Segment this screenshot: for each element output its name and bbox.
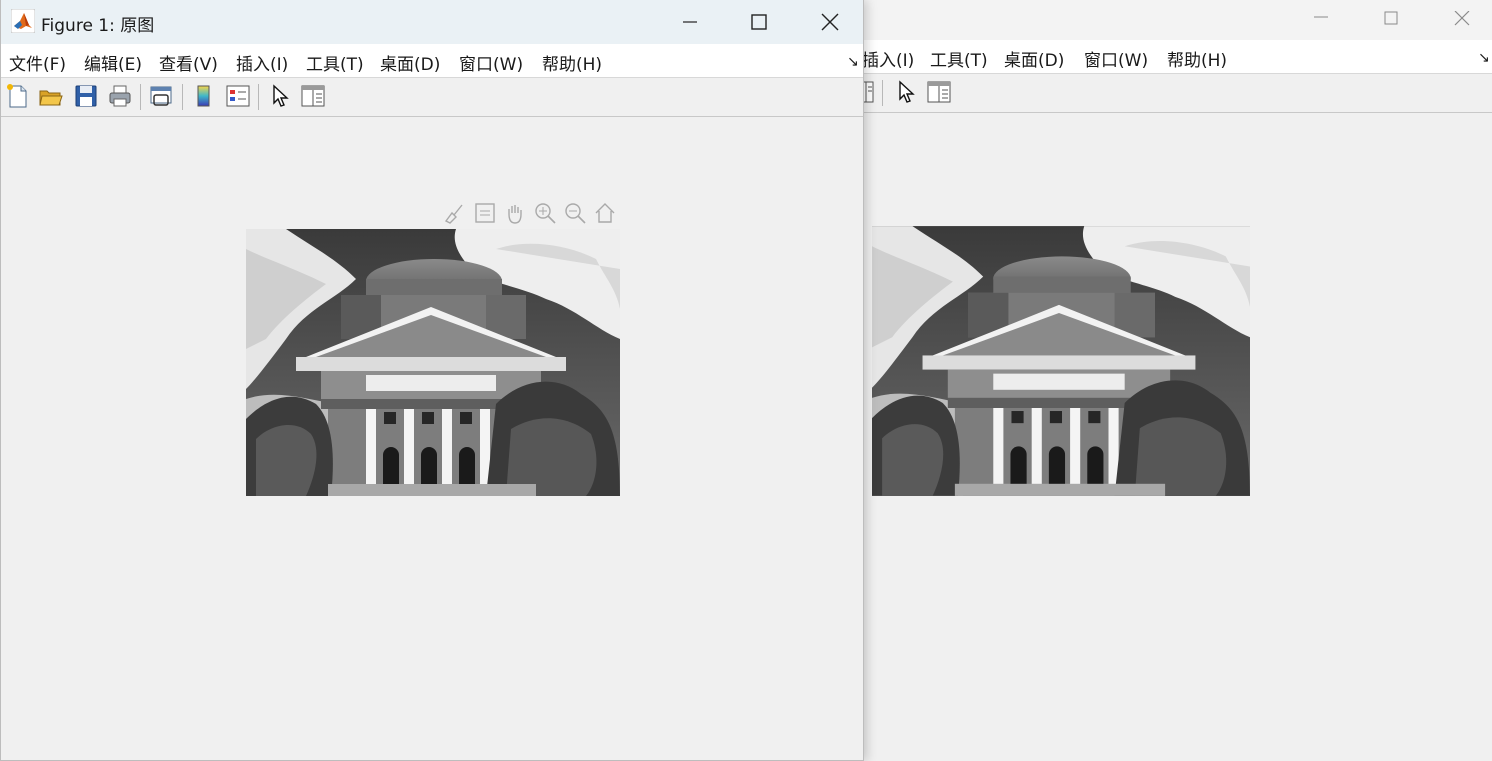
property-inspector-icon[interactable] [300,83,328,111]
maximize-button[interactable] [1368,0,1414,40]
home-icon[interactable] [593,201,617,225]
building-image[interactable] [872,226,1250,496]
minimize-icon [1314,16,1328,18]
title-bar[interactable] [862,0,1492,40]
menu-overflow-arrow-icon[interactable]: ↘ [847,54,859,70]
minimize-button[interactable] [667,2,713,42]
menu-bar: 插入(I) 工具(T) 桌面(D) 窗口(W) 帮助(H) ↘ [862,40,1492,74]
maximize-icon [1384,11,1398,25]
menu-view[interactable]: 查看(V) [159,50,218,75]
toolbar-separator [882,80,883,106]
minimize-icon [683,21,697,23]
brush-icon[interactable] [442,201,466,225]
background-figure-window[interactable]: 插入(I) 工具(T) 桌面(D) 窗口(W) 帮助(H) ↘ [862,0,1492,761]
menu-help[interactable]: 帮助(H) [1167,46,1227,71]
edit-plot-icon[interactable] [268,83,296,111]
close-icon [821,13,839,31]
menu-insert[interactable]: 插入(I) [236,50,288,75]
matlab-icon [11,9,35,33]
menu-file[interactable]: 文件(F) [9,50,66,75]
close-button[interactable] [1439,0,1485,40]
menu-desktop[interactable]: 桌面(D) [1004,46,1064,71]
menu-insert[interactable]: 插入(I) [862,46,914,71]
open-file-icon[interactable] [38,83,66,111]
menu-overflow-arrow-icon[interactable]: ↘ [1478,50,1490,66]
window-title: Figure 1: 原图 [41,16,155,36]
close-icon [1454,11,1470,26]
new-figure-icon[interactable] [5,83,33,111]
link-plot-icon[interactable] [148,83,176,111]
menu-desktop[interactable]: 桌面(D) [380,50,440,75]
save-icon[interactable] [73,83,101,111]
menu-window[interactable]: 窗口(W) [1084,46,1148,71]
toolbar-separator [140,84,141,110]
toolbar-separator [182,84,183,110]
figure-toolbar [862,74,1492,113]
menu-tools[interactable]: 工具(T) [306,50,364,75]
close-button[interactable] [807,2,853,42]
figure-toolbar [1,78,863,117]
zoom-out-icon[interactable] [563,201,587,225]
maximize-icon [751,14,767,30]
menu-bar: 文件(F) 编辑(E) 查看(V) 插入(I) 工具(T) 桌面(D) 窗口(W… [1,44,863,78]
colorbar-icon[interactable] [191,83,219,111]
menu-tools[interactable]: 工具(T) [930,46,988,71]
minimize-button[interactable] [1298,0,1344,40]
legend-icon[interactable] [225,83,253,111]
print-icon[interactable] [107,83,135,111]
menu-window[interactable]: 窗口(W) [459,50,523,75]
property-inspector-icon[interactable] [862,79,884,107]
edit-plot-icon[interactable] [894,79,922,107]
toolbar-separator [258,84,259,110]
zoom-in-icon[interactable] [533,201,557,225]
pan-icon[interactable] [503,201,527,225]
menu-edit[interactable]: 编辑(E) [84,50,142,75]
maximize-button[interactable] [736,2,782,42]
building-image[interactable] [246,229,620,496]
property-inspector-icon[interactable] [926,79,954,107]
data-tips-icon[interactable] [473,201,497,225]
title-bar[interactable]: Figure 1: 原图 [1,0,863,44]
figure-window[interactable]: Figure 1: 原图 文件(F) 编辑(E) 查看(V) 插入(I) 工具(… [0,0,864,761]
menu-help[interactable]: 帮助(H) [542,50,602,75]
